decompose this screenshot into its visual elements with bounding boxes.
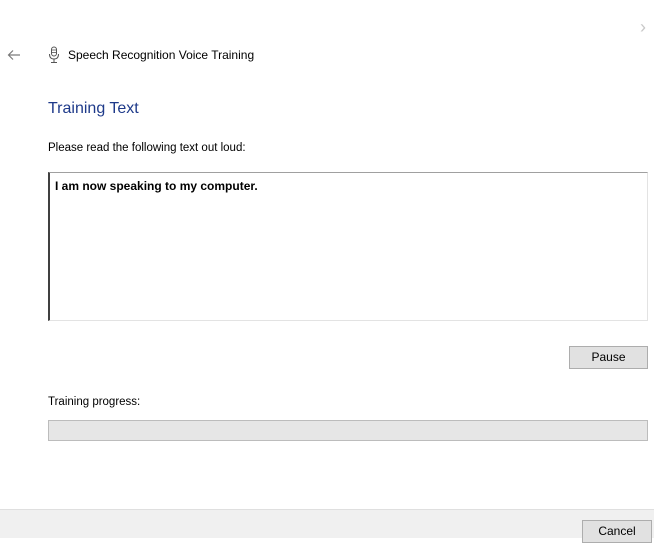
pause-button[interactable]: Pause — [569, 346, 648, 369]
microphone-icon — [48, 46, 60, 64]
next-arrow-icon: › — [640, 17, 646, 37]
window-title: Speech Recognition Voice Training — [68, 48, 255, 62]
footer-bar — [0, 509, 654, 538]
training-text-box: I am now speaking to my computer. — [48, 172, 648, 321]
section-heading: Training Text — [48, 100, 139, 117]
progress-label: Training progress: — [48, 396, 141, 408]
cancel-button[interactable]: Cancel — [582, 520, 652, 543]
training-progress-bar — [48, 420, 648, 441]
instruction-text: Please read the following text out loud: — [48, 142, 246, 154]
back-arrow-icon[interactable] — [6, 47, 22, 63]
training-text: I am now speaking to my computer. — [55, 179, 258, 193]
